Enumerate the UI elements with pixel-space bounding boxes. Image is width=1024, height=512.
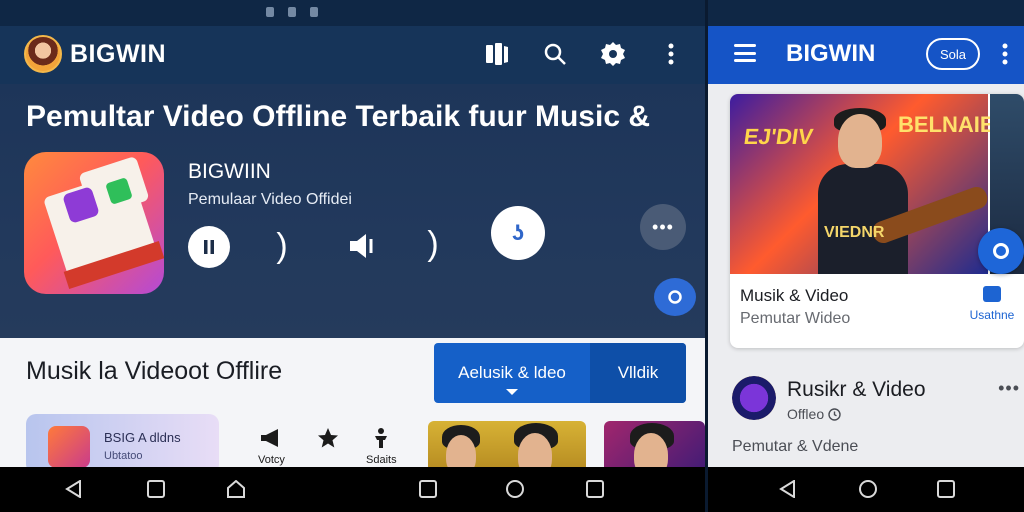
clock-icon xyxy=(828,408,841,421)
home-square-icon[interactable] xyxy=(146,479,166,499)
featured-action[interactable]: Usathne xyxy=(966,286,1018,322)
featured-title: Musik & Video xyxy=(740,286,849,305)
calendar-icon xyxy=(983,286,1001,302)
navigation-bar xyxy=(0,467,705,512)
playlist-subtitle: Ubtatoo xyxy=(104,450,143,462)
list-item[interactable]: Rusikr & Video Offleo ••• Pemutar & Vden… xyxy=(730,374,1024,464)
right-phone-screen: 1038 BIGWIN Sola EJ'DIV BELNAIEIII VIEDN… xyxy=(708,0,1024,512)
featured-image: EJ'DIV BELNAIEIII VIEDNR xyxy=(730,94,1013,274)
featured-subtitle: Pemutar Wideo xyxy=(740,310,851,327)
hero-app-subtitle: Pemulaar Video Offidei xyxy=(188,191,352,208)
back-icon[interactable] xyxy=(778,479,798,499)
list-item-more[interactable]: ••• xyxy=(998,378,1020,399)
mini-action-label: Sdaits xyxy=(366,454,397,466)
pause-icon xyxy=(204,240,214,254)
home-house-icon[interactable] xyxy=(226,479,246,499)
featured-card[interactable]: EJ'DIV BELNAIEIII VIEDNR Musik & Video P… xyxy=(730,94,1024,348)
more-vert-icon[interactable] xyxy=(1000,42,1010,66)
home-circle-icon[interactable] xyxy=(505,479,525,499)
list-item-title: Rusikr & Video xyxy=(787,378,926,401)
mini-action-label: Votcy xyxy=(258,454,285,466)
navigation-bar xyxy=(708,467,1024,512)
featured-sign: VIEDNR xyxy=(824,224,885,241)
more-vert-icon[interactable] xyxy=(657,40,685,68)
playlist-thumbnail xyxy=(48,426,90,468)
app-header: BIGWIN xyxy=(0,26,705,84)
app-artwork[interactable] xyxy=(24,152,164,294)
control-separator: ) xyxy=(276,226,288,265)
more-options-button[interactable]: ••• xyxy=(640,204,686,250)
megaphone-icon xyxy=(259,428,283,448)
mini-action-votcy[interactable]: Votcy xyxy=(258,428,285,466)
pause-button[interactable] xyxy=(188,226,230,268)
gear-icon[interactable] xyxy=(599,40,627,68)
hero-banner: Pemultar Video Offline Terbaik fuur Musi… xyxy=(0,84,705,338)
mini-action-sdaits[interactable]: Sdaits xyxy=(366,428,397,466)
playlist-title: BSIG A dldns xyxy=(104,430,181,445)
search-icon[interactable] xyxy=(541,40,569,68)
status-bar: 1038 xyxy=(708,0,1024,26)
figure-icon xyxy=(369,428,393,448)
header-actions xyxy=(483,40,685,68)
app-header: BIGWIN Sola xyxy=(708,26,1024,84)
list-item-subtitle: Offleo xyxy=(787,406,841,422)
circle-icon xyxy=(993,243,1009,259)
hero-title: Pemultar Video Offline Terbaik fuur Musi… xyxy=(26,100,651,133)
left-phone-screen: 11851 BIGWIN Pemultar Video Offline Terb… xyxy=(0,0,705,512)
segment-other[interactable]: Vlldik xyxy=(590,343,686,403)
segment-music-video[interactable]: Aelusik & ldeo xyxy=(434,343,590,403)
mini-action-star[interactable] xyxy=(316,428,340,448)
avatar xyxy=(732,376,776,420)
featured-action-label: Usathne xyxy=(969,308,1015,322)
star-icon xyxy=(316,428,340,448)
brand-title: BIGWIN xyxy=(786,40,876,67)
menu-icon[interactable] xyxy=(734,44,756,62)
playlist-card[interactable]: BSIG A dldns Ubtatoo xyxy=(26,414,219,474)
volume-icon[interactable] xyxy=(346,228,384,264)
circle-icon xyxy=(668,290,682,304)
featured-sign: EJ'DIV xyxy=(742,124,815,149)
floating-action-button[interactable] xyxy=(654,278,696,316)
library-icon[interactable] xyxy=(483,40,511,68)
overview-icon[interactable] xyxy=(418,479,438,499)
brand-logo[interactable] xyxy=(24,35,62,73)
list-item-description: Pemutar & Vdene xyxy=(732,438,859,455)
recents-icon[interactable] xyxy=(936,479,956,499)
floating-action-button[interactable] xyxy=(978,228,1024,274)
hero-app-name: BIGWIIN xyxy=(188,160,271,183)
segmented-control: Aelusik & ldeo Vlldik xyxy=(434,343,686,403)
home-circle-icon[interactable] xyxy=(858,479,878,499)
notification-icons xyxy=(266,7,318,17)
header-pill-button[interactable]: Sola xyxy=(926,38,980,70)
back-icon[interactable] xyxy=(64,479,84,499)
brand-title: BIGWIN xyxy=(70,40,167,68)
recents-icon[interactable] xyxy=(585,479,605,499)
status-bar: 11851 xyxy=(0,0,705,26)
control-separator: ) xyxy=(427,224,439,263)
section-title: Musik la Videoot Offlire xyxy=(26,357,283,385)
play-button[interactable]: ʖ xyxy=(491,206,545,260)
